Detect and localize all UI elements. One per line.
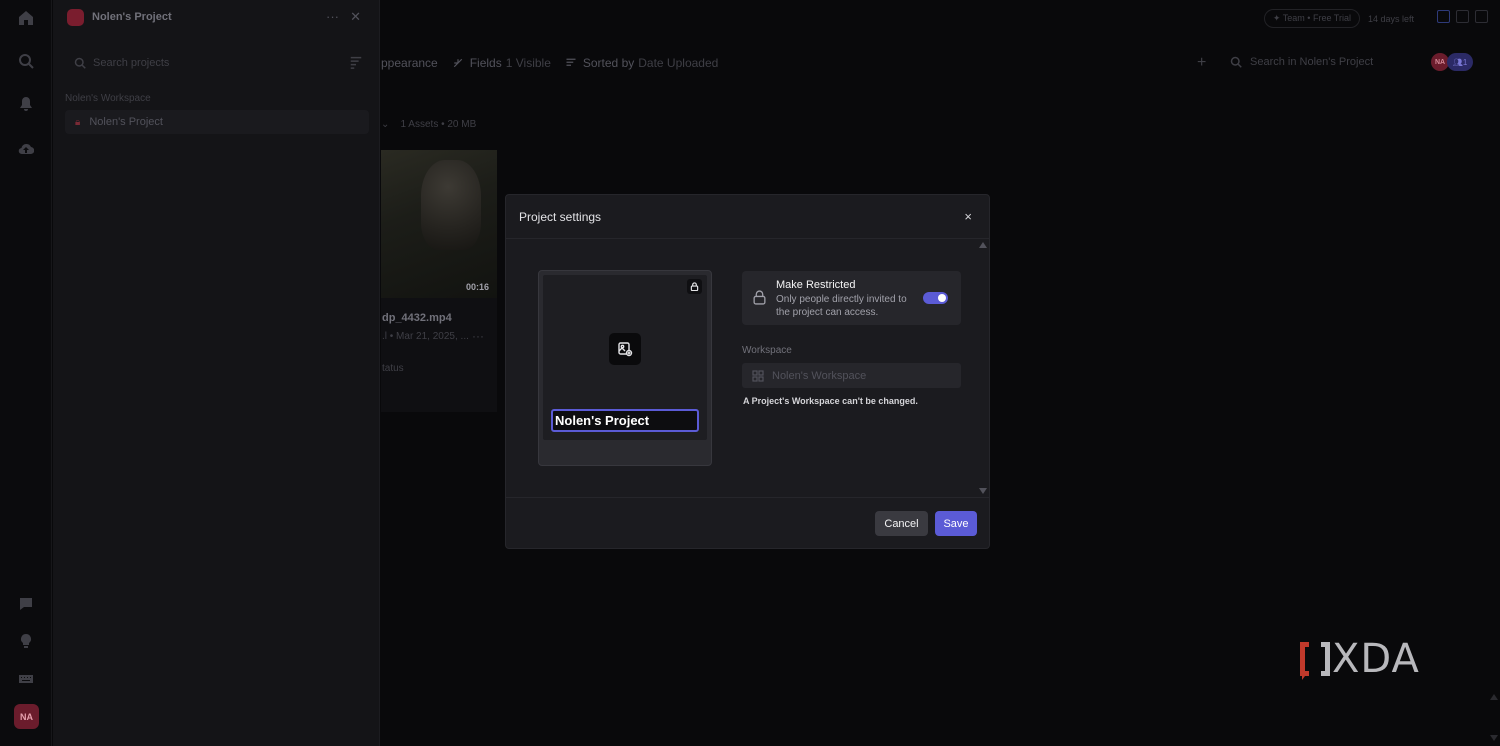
toggle-knob [938, 294, 946, 302]
workspace-field-label: Workspace [742, 345, 792, 356]
asset-more-icon[interactable]: ··· [472, 329, 484, 343]
view-toolbar: ppearance Fields 1 Visible Sorted by Dat… [381, 54, 732, 72]
chat-icon[interactable] [17, 595, 35, 613]
bell-icon[interactable] [17, 95, 35, 113]
project-search-placeholder: Search projects [93, 57, 170, 69]
lock-icon [687, 279, 702, 294]
more-options-icon[interactable]: ··· [326, 9, 339, 24]
right-panel-icon[interactable] [1475, 10, 1488, 23]
panel-layout-icons [1437, 10, 1488, 23]
video-duration: 00:16 [465, 282, 489, 292]
members-count: 1 [1462, 57, 1468, 67]
scroll-down-arrow[interactable] [979, 488, 987, 494]
user-avatar[interactable]: NA [14, 704, 39, 729]
appearance-label: ppearance [381, 56, 438, 70]
asset-thumbnail[interactable]: 00:16 [381, 150, 497, 298]
trial-badge[interactable]: ✦ Team • Free Trial [1263, 9, 1360, 28]
project-preview-card [538, 270, 712, 466]
projects-sidebar: Nolen's Project ··· ✕ Search projects No… [53, 0, 380, 746]
workspace-label: Nolen's Workspace [65, 93, 151, 104]
days-left: 14 days left [1367, 13, 1414, 24]
members[interactable]: NA 👥︎ 1 [1431, 53, 1473, 71]
fields-label: Fields [469, 56, 502, 70]
dialog-title: Project settings [519, 210, 602, 224]
topbar-right: ✦ Team • Free Trial 14 days left [1263, 9, 1414, 28]
filter-icon[interactable] [349, 55, 363, 69]
appearance-button[interactable]: ppearance [381, 56, 438, 70]
sort-icon [566, 58, 576, 66]
sort-button[interactable]: Sorted by Date Uploaded [565, 56, 718, 70]
add-icon[interactable]: + [1197, 54, 1206, 72]
asset-subtitle: .l • Mar 21, 2025, ... [382, 331, 469, 342]
page-scroll-up[interactable] [1490, 694, 1498, 700]
grid-icon [752, 369, 764, 382]
close-sidebar-icon[interactable]: ✕ [350, 9, 361, 25]
restricted-description: Only people directly invited to the proj… [776, 294, 907, 318]
cloud-upload-icon[interactable] [17, 140, 35, 158]
page-scroll-down[interactable] [1490, 735, 1498, 741]
xda-watermark: XDA [1298, 638, 1420, 680]
home-icon[interactable] [17, 9, 35, 27]
asset-search-input[interactable]: Search in Nolen's Project [1222, 51, 1422, 73]
scroll-up-arrow[interactable] [979, 242, 987, 248]
members-count-badge: 👥︎ 1 [1447, 53, 1473, 71]
sidebar-item-nolens-project[interactable]: 🔒︎ Nolen's Project [65, 110, 369, 134]
xda-logo-icon [1300, 642, 1330, 680]
restricted-title: Make Restricted [776, 279, 856, 291]
sidebar-header: Nolen's Project ··· ✕ [67, 8, 367, 26]
fields-button[interactable]: Fields 1 Visible [452, 56, 551, 70]
restricted-toggle[interactable] [923, 292, 948, 304]
chevron-down-icon[interactable]: ⌄ [381, 119, 389, 130]
project-settings-dialog: Project settings × Make Restricted Only … [505, 194, 990, 549]
workspace-value: Nolen's Workspace [772, 369, 867, 382]
project-cover [543, 275, 707, 440]
workspace-note: A Project's Workspace can't be changed. [743, 396, 918, 406]
project-logo [67, 8, 84, 26]
asset-name[interactable]: dp_4432.mp4 [382, 312, 452, 324]
asset-summary: ⌄ 1 Assets • 20 MB [381, 119, 476, 130]
lightbulb-icon[interactable] [17, 632, 35, 650]
search-icon [74, 57, 86, 69]
asset-search-placeholder: Search in Nolen's Project [1250, 56, 1374, 68]
keyboard-icon[interactable] [17, 670, 35, 688]
divider [506, 238, 989, 239]
thumbnail-figure [421, 160, 481, 250]
fields-icon [453, 58, 462, 68]
left-rail: NA [0, 0, 52, 746]
sort-value: Date Uploaded [638, 56, 719, 70]
sort-label: Sorted by [582, 56, 635, 70]
project-name-input[interactable] [551, 409, 699, 432]
sidebar-item-label: Nolen's Project [89, 116, 163, 128]
fields-value: 1 Visible [505, 56, 551, 70]
lock-icon [753, 290, 766, 305]
close-icon[interactable]: × [964, 209, 972, 224]
save-button[interactable]: Save [935, 511, 977, 536]
asset-status[interactable]: tatus [382, 363, 404, 374]
change-cover-image-icon[interactable] [609, 333, 641, 365]
cancel-button[interactable]: Cancel [875, 511, 928, 536]
search-icon [1230, 56, 1242, 68]
left-panel-icon[interactable] [1437, 10, 1450, 23]
project-search-input[interactable]: Search projects [67, 52, 337, 74]
asset-count: 1 Assets • 20 MB [400, 119, 477, 130]
restricted-setting: Make Restricted Only people directly inv… [742, 271, 961, 325]
sidebar-project-title[interactable]: Nolen's Project [92, 11, 172, 23]
watermark-text: XDA [1332, 636, 1420, 682]
split-panel-icon[interactable] [1456, 10, 1469, 23]
divider [506, 497, 989, 498]
workspace-field: Nolen's Workspace [742, 363, 961, 388]
lock-icon: 🔒︎ [75, 116, 81, 128]
search-icon[interactable] [17, 52, 35, 70]
